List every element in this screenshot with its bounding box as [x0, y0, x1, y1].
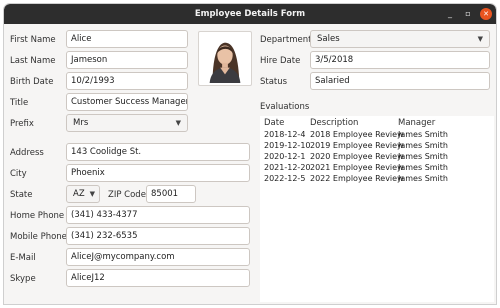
state-dropdown[interactable]: AZ ▼ [66, 185, 100, 203]
eval-manager: James Smith [398, 174, 448, 183]
department-label: Department [260, 35, 312, 45]
table-row[interactable]: 2018-12-4 2018 Employee Review James Smi… [260, 130, 494, 140]
table-row[interactable]: 2022-12-5 2022 Employee Review James Smi… [260, 174, 494, 184]
table-row[interactable]: 2019-12-10 2019 Employee Review James Sm… [260, 141, 494, 151]
address-label: Address [10, 148, 44, 158]
prefix-label: Prefix [10, 119, 34, 129]
last-name-field[interactable]: Jameson [66, 51, 188, 69]
close-button[interactable]: ✕ [480, 8, 492, 20]
title-label: Title [10, 98, 29, 108]
portrait-image [201, 34, 249, 83]
table-row[interactable]: 2020-12-1 2020 Employee Review James Smi… [260, 152, 494, 162]
eval-manager: James Smith [398, 152, 448, 161]
eval-description: 2020 Employee Review [310, 152, 404, 161]
title-field[interactable]: Customer Success Manager [66, 93, 188, 111]
city-label: City [10, 169, 27, 179]
column-header-description[interactable]: Description [310, 118, 358, 128]
email-label: E-Mail [10, 253, 36, 263]
employee-photo [198, 31, 252, 86]
window-title: Employee Details Form [194, 9, 306, 19]
first-name-field[interactable]: Alice [66, 30, 188, 48]
table-row[interactable]: 2021-12-20 2021 Employee Review James Sm… [260, 163, 494, 173]
eval-description: 2019 Employee Review [310, 141, 404, 150]
first-name-label: First Name [10, 35, 56, 45]
state-label: State [10, 190, 33, 200]
minimize-button[interactable]: _ [444, 8, 456, 20]
address-field[interactable]: 143 Coolidge St. [66, 143, 250, 161]
eval-date: 2021-12-20 [264, 163, 311, 172]
eval-description: 2018 Employee Review [310, 130, 404, 139]
eval-date: 2019-12-10 [264, 141, 311, 150]
eval-description: 2022 Employee Review [310, 174, 404, 183]
state-value: AZ [73, 189, 85, 199]
evaluations-label: Evaluations [260, 102, 310, 112]
skype-field[interactable]: AliceJ12 [66, 269, 250, 287]
zip-code-label: ZIP Code [108, 190, 146, 200]
prefix-dropdown[interactable]: Mrs ▼ [66, 114, 188, 132]
eval-description: 2021 Employee Review [310, 163, 404, 172]
eval-date: 2022-12-5 [264, 174, 306, 183]
home-phone-label: Home Phone [10, 211, 65, 221]
evaluations-table[interactable]: Date Description Manager 2018-12-4 2018 … [260, 116, 494, 302]
skype-label: Skype [10, 274, 36, 284]
last-name-label: Last Name [10, 56, 56, 66]
email-field[interactable]: AliceJ@mycompany.com [66, 248, 250, 266]
eval-manager: James Smith [398, 163, 448, 172]
hire-date-label: Hire Date [260, 56, 301, 66]
mobile-phone-label: Mobile Phone [10, 232, 67, 242]
eval-date: 2018-12-4 [264, 130, 306, 139]
maximize-button[interactable]: ▫ [462, 8, 474, 20]
department-value: Sales [317, 34, 340, 44]
prefix-value: Mrs [73, 118, 89, 128]
eval-manager: James Smith [398, 130, 448, 139]
chevron-down-icon: ▼ [89, 190, 95, 198]
column-header-manager[interactable]: Manager [398, 118, 435, 128]
status-field[interactable]: Salaried [310, 72, 490, 90]
employee-details-window: Employee Details Form _ ▫ ✕ First Name L… [4, 4, 496, 304]
chevron-down-icon: ▼ [477, 35, 483, 43]
birth-date-field[interactable]: 10/2/1993 [66, 72, 188, 90]
hire-date-field[interactable]: 3/5/2018 [310, 51, 490, 69]
eval-date: 2020-12-1 [264, 152, 306, 161]
chevron-down-icon: ▼ [175, 119, 181, 127]
birth-date-label: Birth Date [10, 77, 54, 87]
department-dropdown[interactable]: Sales ▼ [310, 30, 490, 48]
title-bar: Employee Details Form _ ▫ ✕ [4, 4, 496, 24]
home-phone-field[interactable]: (341) 433-4377 [66, 206, 250, 224]
mobile-phone-field[interactable]: (341) 232-6535 [66, 227, 250, 245]
status-label: Status [260, 77, 288, 87]
zip-code-field[interactable]: 85001 [146, 185, 196, 203]
eval-manager: James Smith [398, 141, 448, 150]
column-header-date[interactable]: Date [264, 118, 284, 128]
city-field[interactable]: Phoenix [66, 164, 250, 182]
